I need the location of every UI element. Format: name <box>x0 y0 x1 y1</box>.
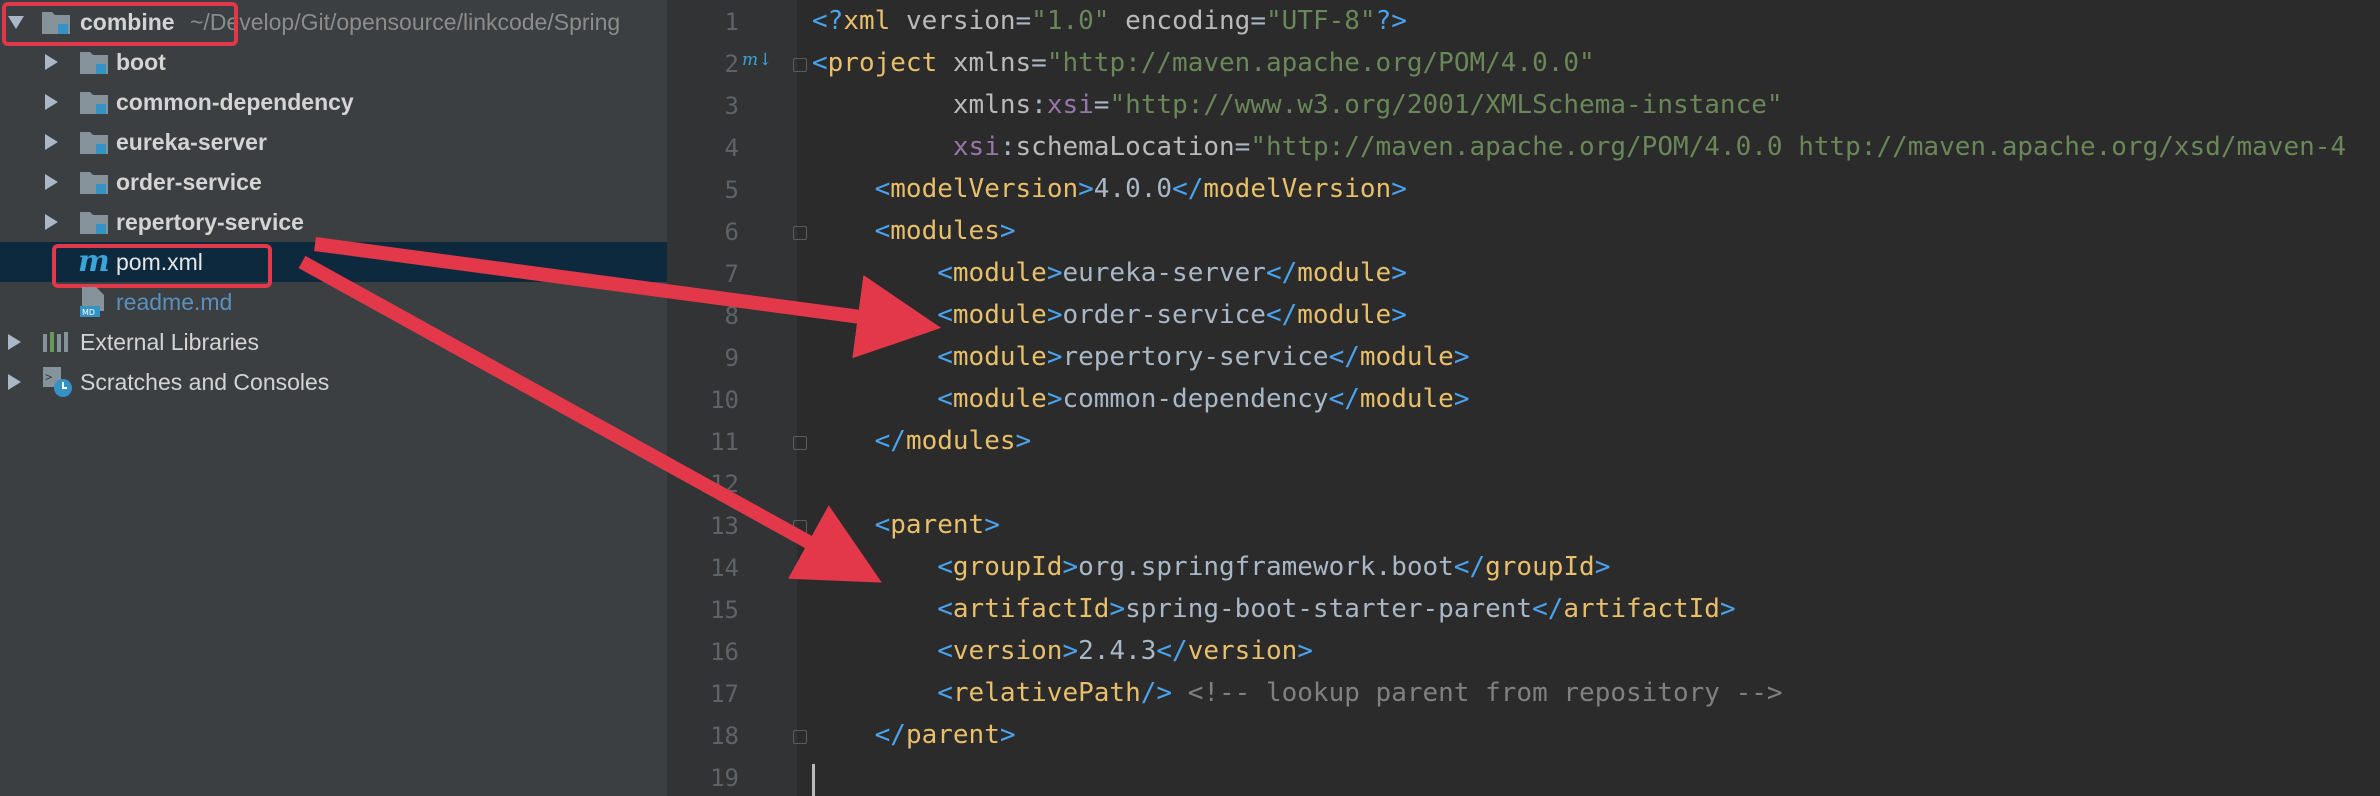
annotation-arrows <box>298 237 942 583</box>
